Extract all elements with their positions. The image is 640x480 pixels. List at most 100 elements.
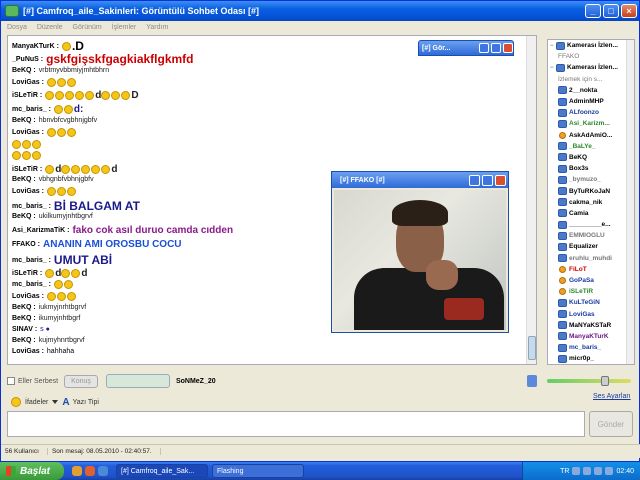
ses-ayarlari-link[interactable]: Ses Ayarları xyxy=(593,393,631,400)
user-list-scrollbar[interactable] xyxy=(626,40,634,364)
chat-nick[interactable]: ManyaKTurK : xyxy=(12,43,59,50)
chat-nick[interactable]: LoviGas : xyxy=(12,188,44,195)
send-button[interactable]: Gönder xyxy=(589,411,633,437)
chat-nick[interactable]: mc_baris_ : xyxy=(12,257,51,264)
small-video-max-button[interactable] xyxy=(491,43,501,53)
tray-icon-1[interactable] xyxy=(572,467,581,475)
user-list-item[interactable]: mc_baris_ xyxy=(548,342,634,353)
user-list-item[interactable]: BeKQ xyxy=(548,152,634,163)
chat-nick[interactable]: BeKQ : xyxy=(12,337,36,344)
user-list-group[interactable]: − Kamerası İzlen... xyxy=(548,62,634,73)
chat-nick[interactable]: mc_baris_ : xyxy=(12,203,51,210)
user-list-item[interactable]: KuLTeGiN xyxy=(548,297,634,308)
minimize-button[interactable]: _ xyxy=(585,4,601,18)
chat-nick[interactable]: mc_baris_ : xyxy=(12,281,51,288)
quick-launch-icon-1[interactable] xyxy=(72,466,82,476)
chat-nick[interactable]: BeKQ : xyxy=(12,67,36,74)
menu-islemler[interactable]: İşlemler xyxy=(112,24,137,31)
taskbar-flashing[interactable]: Flashing xyxy=(212,464,304,478)
user-list-item[interactable]: micr0p_ xyxy=(548,353,634,364)
quick-launch-icon-2[interactable] xyxy=(85,466,95,476)
menu-duzenle[interactable]: Düzenle xyxy=(37,24,63,31)
video-minimize-button[interactable] xyxy=(469,174,480,186)
small-video-titlebar[interactable]: [#] Gör... xyxy=(418,40,514,56)
user-list-item[interactable]: cakma_nik xyxy=(548,197,634,208)
font-icon[interactable]: A xyxy=(62,397,69,408)
chat-nick[interactable]: LoviGas : xyxy=(12,293,44,300)
chat-nick[interactable]: LoviGas : xyxy=(12,79,44,86)
chat-nick[interactable]: LoviGas : xyxy=(12,348,44,355)
speaker-icon[interactable] xyxy=(527,375,537,387)
user-list-item[interactable]: _BaLYe_ xyxy=(548,141,634,152)
user-list-item[interactable]: ALfoonzo xyxy=(548,107,634,118)
user-list-item[interactable]: Camia xyxy=(548,208,634,219)
chat-nick[interactable]: BeKQ : xyxy=(12,304,36,311)
video-window-titlebar[interactable]: [#] FFAKO [#] xyxy=(332,172,508,188)
volume-slider[interactable] xyxy=(547,376,631,386)
user-name: AskAdAmiO... xyxy=(569,131,613,139)
volume-slider-knob[interactable] xyxy=(601,376,609,386)
user-list-item[interactable]: _________e... xyxy=(548,219,634,230)
video-maximize-button[interactable] xyxy=(482,174,493,186)
chat-nick[interactable]: BeKQ : xyxy=(12,117,36,124)
smiley-icon[interactable] xyxy=(11,397,21,407)
ifadeler-button[interactable]: İfadeler xyxy=(25,399,48,406)
start-button[interactable]: Başlat xyxy=(0,462,64,480)
user-list-group[interactable]: − Kamerası İzlen... xyxy=(548,40,634,51)
chat-nick[interactable]: _PuNuS : xyxy=(12,56,43,63)
video-close-button[interactable] xyxy=(495,174,506,186)
user-list-item[interactable]: AskAdAmiO... xyxy=(548,130,634,141)
user-list-item[interactable]: iSLeTiR xyxy=(548,286,634,297)
tray-icon-2[interactable] xyxy=(583,467,592,475)
chat-nick[interactable]: BeKQ : xyxy=(12,213,36,220)
chat-nick[interactable]: Asi_KarizmaTiK : xyxy=(12,227,69,234)
yazi-tipi-button[interactable]: Yazı Tipi xyxy=(73,399,99,406)
quick-launch-icon-3[interactable] xyxy=(98,466,108,476)
close-button[interactable]: × xyxy=(621,4,637,18)
video-window-ffako[interactable]: [#] FFAKO [#] xyxy=(331,171,509,333)
user-list-item[interactable]: ManyaKTurK xyxy=(548,331,634,342)
tray-icon-4[interactable] xyxy=(605,467,614,475)
chat-nick[interactable]: BeKQ : xyxy=(12,176,36,183)
user-list-item[interactable]: MaNYaKSTaR xyxy=(548,320,634,331)
user-list-item[interactable]: 2__nokta xyxy=(548,85,634,96)
chat-nick[interactable]: SINAV : xyxy=(12,326,37,333)
eller-serbest-checkbox[interactable] xyxy=(7,377,15,385)
tray-icon-3[interactable] xyxy=(594,467,603,475)
user-list-item[interactable]: AdminMHP xyxy=(548,96,634,107)
user-list-item[interactable]: Box3s xyxy=(548,163,634,174)
menu-dosya[interactable]: Dosya xyxy=(7,24,27,31)
chat-nick[interactable]: iSLeTiR : xyxy=(12,166,42,173)
maximize-button[interactable]: □ xyxy=(603,4,619,18)
user-list-item[interactable]: eruhlu_muhdi xyxy=(548,253,634,264)
chat-nick[interactable]: iSLeTiR : xyxy=(12,270,42,277)
user-list-item[interactable]: LoviGas xyxy=(548,309,634,320)
menu-yardim[interactable]: Yardım xyxy=(146,24,168,31)
language-indicator[interactable]: TR xyxy=(560,468,569,475)
small-video-restore-button[interactable] xyxy=(479,43,489,53)
user-list-item[interactable]: FFAKO xyxy=(548,51,634,62)
title-bar[interactable]: [#] Camfroq_aile_Sakinleri: Görüntülü So… xyxy=(1,1,639,21)
user-list-item[interactable]: EMMIOGLU xyxy=(548,230,634,241)
chat-nick[interactable]: mc_baris_ : xyxy=(12,106,51,113)
user-list-item[interactable]: FiLoT xyxy=(548,264,634,275)
chat-nick[interactable]: FFAKO : xyxy=(12,241,40,248)
user-list-item[interactable]: Asi_Karizm... xyxy=(548,118,634,129)
user-list[interactable]: − Kamerası İzlen... FFAKO − Kamerası İzlen..… xyxy=(547,39,635,365)
small-video-close-button[interactable] xyxy=(503,43,513,53)
chat-scroll-thumb[interactable] xyxy=(528,336,536,360)
taskbar-camfrog[interactable]: [#] Camfroq_aile_Sak... xyxy=(116,464,208,478)
message-input[interactable] xyxy=(7,411,585,437)
user-list-item[interactable]: Equalizer xyxy=(548,241,634,252)
user-list-item[interactable]: GoPaSa xyxy=(548,275,634,286)
user-list-item[interactable]: ByTuRKoJaN xyxy=(548,185,634,196)
chat-scrollbar[interactable] xyxy=(526,36,536,364)
chat-nick[interactable]: iSLeTiR : xyxy=(12,92,42,99)
user-list-item[interactable]: _bymuzo_ xyxy=(548,174,634,185)
menu-gorunum[interactable]: Görünüm xyxy=(73,24,102,31)
ifadeler-dropdown-icon[interactable] xyxy=(52,400,59,404)
chat-nick[interactable]: BeKQ : xyxy=(12,315,36,322)
chat-nick[interactable]: LoviGas : xyxy=(12,129,44,136)
konus-button[interactable]: Konuş xyxy=(64,374,98,388)
user-list-item[interactable]: İzlemek için s... xyxy=(548,74,634,85)
